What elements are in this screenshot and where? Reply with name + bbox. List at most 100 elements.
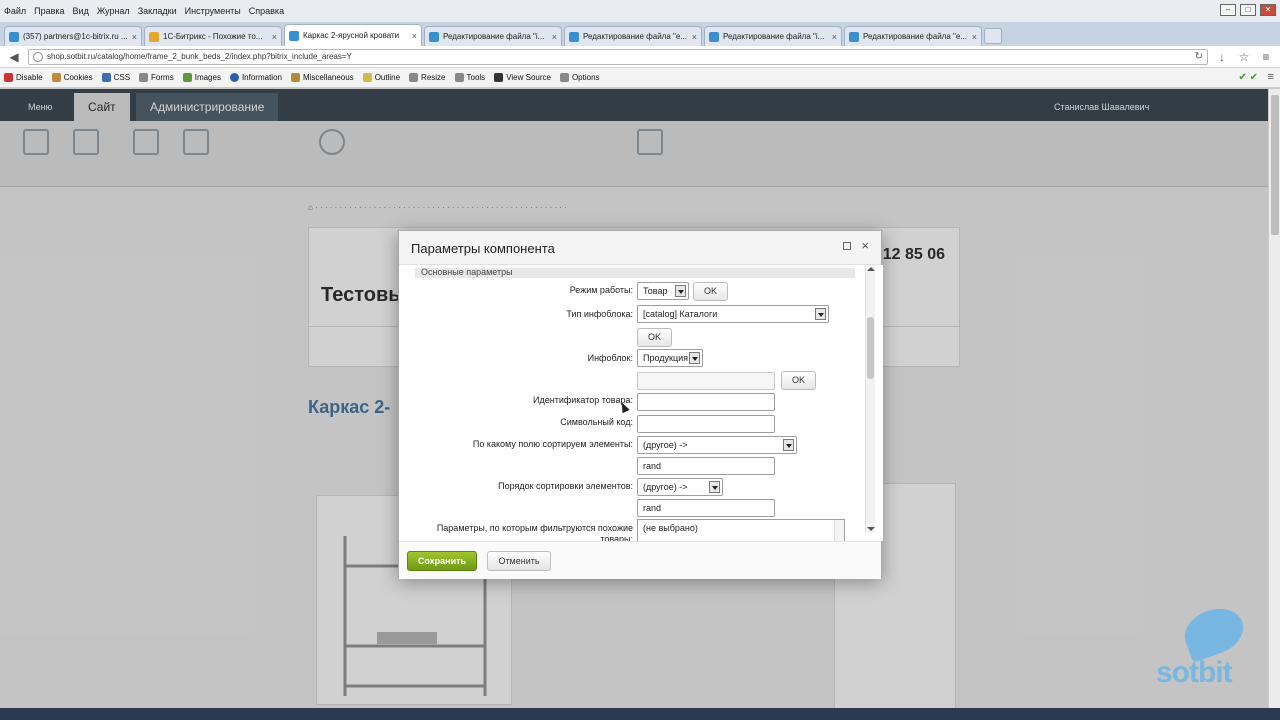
save-button[interactable]: Сохранить bbox=[407, 551, 477, 571]
developer-toolbar: Disable Cookies CSS Forms Images Informa… bbox=[0, 68, 1280, 88]
close-tab-icon[interactable]: × bbox=[412, 31, 417, 41]
dev-cookies[interactable]: Cookies bbox=[51, 73, 93, 82]
cancel-button[interactable]: Отменить bbox=[487, 551, 551, 571]
scrollbar-thumb[interactable] bbox=[867, 317, 874, 379]
globe-icon bbox=[33, 51, 43, 62]
tab-edit-2[interactable]: Редактирование файла "e... × bbox=[564, 26, 702, 46]
bitrix-icon bbox=[149, 31, 159, 42]
sort-order-input[interactable]: rand bbox=[637, 499, 775, 517]
maximize-icon[interactable] bbox=[843, 242, 851, 250]
dev-disable[interactable]: Disable bbox=[4, 73, 43, 82]
disable-icon bbox=[4, 73, 13, 82]
close-tab-icon[interactable]: × bbox=[972, 32, 977, 42]
star-icon[interactable]: ☆ bbox=[1236, 50, 1252, 64]
close-tab-icon[interactable]: × bbox=[132, 32, 137, 42]
chevron-down-icon bbox=[783, 439, 794, 451]
close-window-icon[interactable]: ✕ bbox=[1260, 4, 1276, 16]
menu-icon[interactable]: ≡ bbox=[1268, 71, 1274, 83]
menu-file[interactable]: Файл bbox=[4, 6, 26, 16]
dev-outline[interactable]: Outline bbox=[362, 73, 400, 82]
close-icon[interactable]: × bbox=[861, 238, 869, 253]
sort-order-select[interactable]: (другое) -> bbox=[637, 478, 723, 496]
code-input[interactable] bbox=[637, 415, 775, 433]
tab-mail[interactable]: (357) partners@1c-bitrix.ru ... × bbox=[4, 26, 142, 46]
back-icon[interactable]: ◀ bbox=[6, 50, 22, 64]
dev-information[interactable]: Information bbox=[229, 73, 282, 82]
menu-bookmarks[interactable]: Закладки bbox=[138, 6, 177, 16]
download-icon[interactable]: ↓ bbox=[1214, 50, 1230, 64]
scroll-down-icon[interactable] bbox=[867, 527, 875, 531]
tab-product[interactable]: Каркас 2-ярусной кровати × bbox=[284, 24, 422, 46]
close-tab-icon[interactable]: × bbox=[832, 32, 837, 42]
dialog-scrollbar[interactable] bbox=[865, 265, 875, 533]
dialog-title: Параметры компонента bbox=[411, 241, 555, 256]
tab-edit-1[interactable]: Редактирование файла "i... × bbox=[424, 26, 562, 46]
checkmark-icon: ✔ ✔ bbox=[1238, 72, 1258, 83]
dialog-body: Основные параметры Режим работы: Товар O… bbox=[399, 265, 883, 541]
dev-images[interactable]: Images bbox=[182, 73, 221, 82]
close-tab-icon[interactable]: × bbox=[552, 32, 557, 42]
page-scrollbar[interactable] bbox=[1268, 89, 1280, 720]
css-icon bbox=[101, 73, 111, 82]
minimize-icon[interactable]: – bbox=[1220, 4, 1236, 16]
section-header[interactable]: Основные параметры bbox=[415, 268, 855, 278]
new-tab-button[interactable] bbox=[984, 28, 1002, 44]
dev-view-source[interactable]: View Source bbox=[494, 73, 551, 82]
reload-icon[interactable]: ↻ bbox=[1195, 50, 1203, 64]
iblock-type-ok-button[interactable]: OK bbox=[637, 328, 673, 347]
taskbar bbox=[0, 708, 1280, 720]
menu-help[interactable]: Справка bbox=[249, 6, 284, 16]
source-icon bbox=[494, 73, 504, 82]
dev-miscellaneous[interactable]: Miscellaneous bbox=[290, 73, 354, 82]
menu-view[interactable]: Вид bbox=[73, 6, 89, 16]
product-id-input[interactable] bbox=[637, 393, 775, 411]
dialog-header: Параметры компонента × bbox=[399, 231, 881, 265]
sotbit-watermark: sotbit bbox=[1156, 601, 1256, 690]
dev-forms[interactable]: Forms bbox=[139, 73, 174, 82]
menu-bar: Файл Правка Вид Журнал Закладки Инструме… bbox=[0, 0, 1280, 22]
menu-history[interactable]: Журнал bbox=[97, 6, 130, 16]
info-icon bbox=[229, 73, 239, 82]
tab-edit-3[interactable]: Редактирование файла "i... × bbox=[704, 26, 842, 46]
globe-icon bbox=[569, 31, 579, 42]
multiselect-scrollbar[interactable] bbox=[834, 520, 844, 541]
mode-ok-button[interactable]: OK bbox=[693, 282, 729, 301]
iblock-select[interactable]: Продукция bbox=[637, 349, 703, 367]
forms-icon bbox=[139, 73, 149, 82]
tab-edit-4[interactable]: Редактирование файла "e... × bbox=[844, 26, 982, 46]
iblock-type-label: Тип инфоблока: bbox=[566, 309, 633, 319]
filter-params-multiselect[interactable]: (не выбрано) bbox=[637, 519, 845, 541]
mode-select[interactable]: Товар bbox=[637, 282, 689, 300]
scrollbar-thumb[interactable] bbox=[1271, 95, 1279, 235]
filter-params-label: Параметры, по которым фильтруются похожи… bbox=[436, 523, 633, 541]
tab-bitrix[interactable]: 1С-Битрикс - Похожие то... × bbox=[144, 26, 282, 46]
dev-tools[interactable]: Tools bbox=[454, 73, 485, 82]
close-tab-icon[interactable]: × bbox=[692, 32, 697, 42]
product-id-label: Идентификатор товара: bbox=[533, 395, 633, 405]
dev-css[interactable]: CSS bbox=[101, 73, 130, 82]
iblock-ok-button[interactable]: OK bbox=[781, 371, 817, 390]
code-label: Символьный код: bbox=[560, 417, 633, 427]
sort-field-select[interactable]: (другое) -> bbox=[637, 436, 797, 454]
chevron-down-icon bbox=[709, 481, 720, 493]
iblock-extra-input[interactable] bbox=[637, 372, 775, 390]
globe-icon bbox=[429, 31, 439, 42]
chevron-down-icon bbox=[815, 308, 826, 320]
cookie-icon bbox=[51, 73, 61, 82]
tab-strip: (357) partners@1c-bitrix.ru ... × 1С-Битр… bbox=[0, 22, 1280, 46]
dev-resize[interactable]: Resize bbox=[409, 73, 446, 82]
menu-tools[interactable]: Инструменты bbox=[185, 6, 241, 16]
scroll-up-icon[interactable] bbox=[867, 267, 875, 271]
mode-label: Режим работы: bbox=[569, 285, 633, 295]
maximize-icon[interactable]: □ bbox=[1240, 4, 1256, 16]
gear-icon bbox=[559, 73, 569, 82]
menu-icon[interactable]: ≡ bbox=[1258, 50, 1274, 64]
address-bar[interactable]: shop.sotbit.ru/catalog/home/frame_2_bunk… bbox=[28, 48, 1208, 65]
sort-field-input[interactable]: rand bbox=[637, 457, 775, 475]
outline-icon bbox=[362, 73, 372, 82]
dev-options[interactable]: Options bbox=[559, 73, 600, 82]
iblock-type-select[interactable]: [catalog] Каталоги bbox=[637, 305, 829, 323]
close-tab-icon[interactable]: × bbox=[272, 32, 277, 42]
menu-edit[interactable]: Правка bbox=[34, 6, 64, 16]
globe-icon bbox=[849, 31, 859, 42]
